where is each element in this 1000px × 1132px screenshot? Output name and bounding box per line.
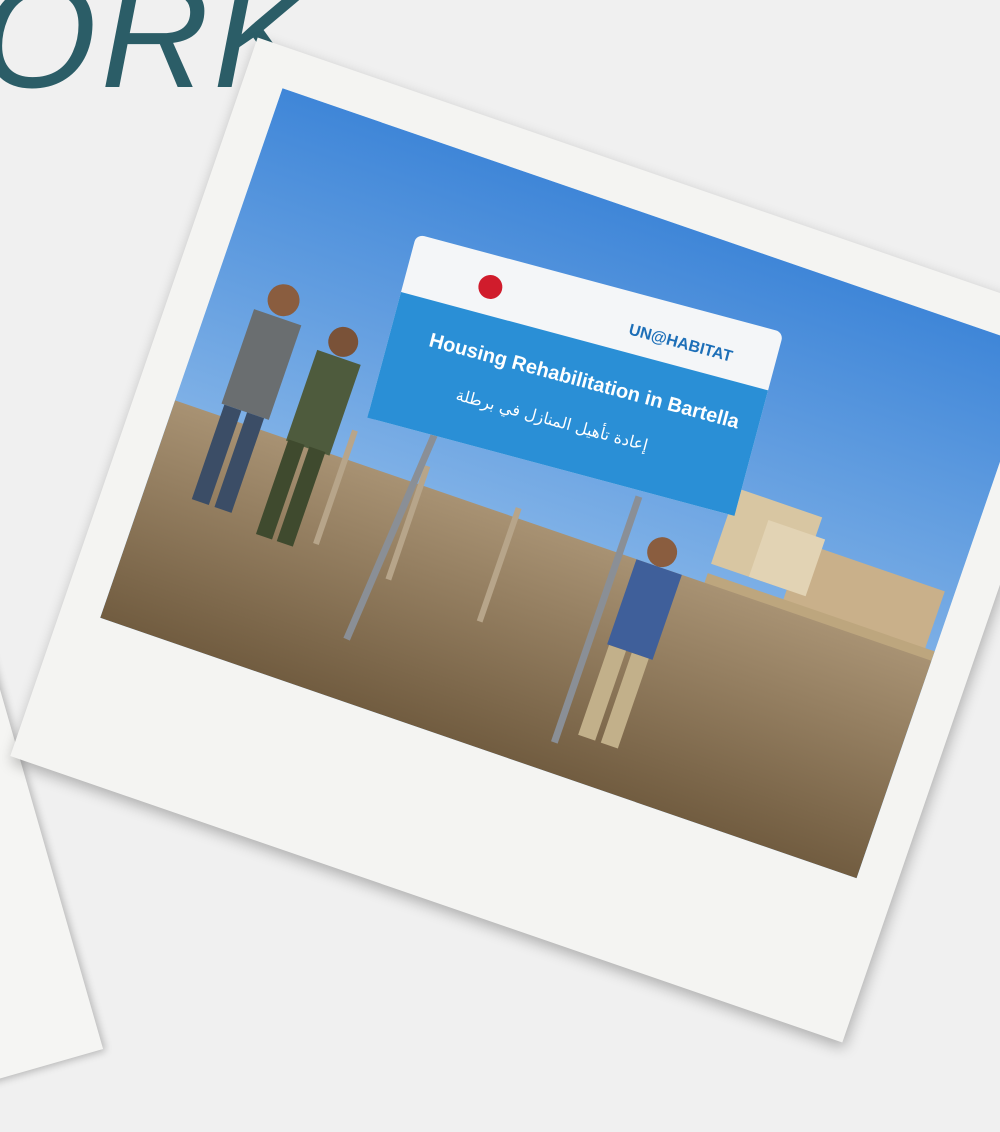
photo-frame: UN@HABITAT Housing Rehabilitation in Bar… xyxy=(10,37,1000,1043)
photo: UN@HABITAT Housing Rehabilitation in Bar… xyxy=(100,88,1000,879)
photo-scene: UN@HABITAT Housing Rehabilitation in Bar… xyxy=(100,88,1000,879)
